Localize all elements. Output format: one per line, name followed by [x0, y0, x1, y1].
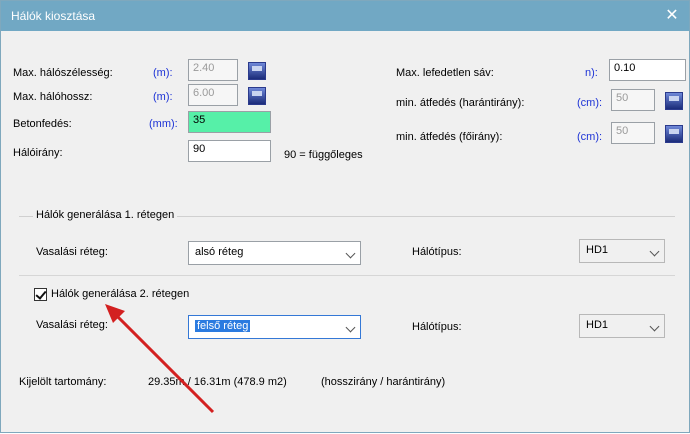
- dialog-window: Hálók kiosztása ✕ Max. hálószélesség: (m…: [0, 0, 690, 433]
- annotation-arrow: [105, 304, 215, 414]
